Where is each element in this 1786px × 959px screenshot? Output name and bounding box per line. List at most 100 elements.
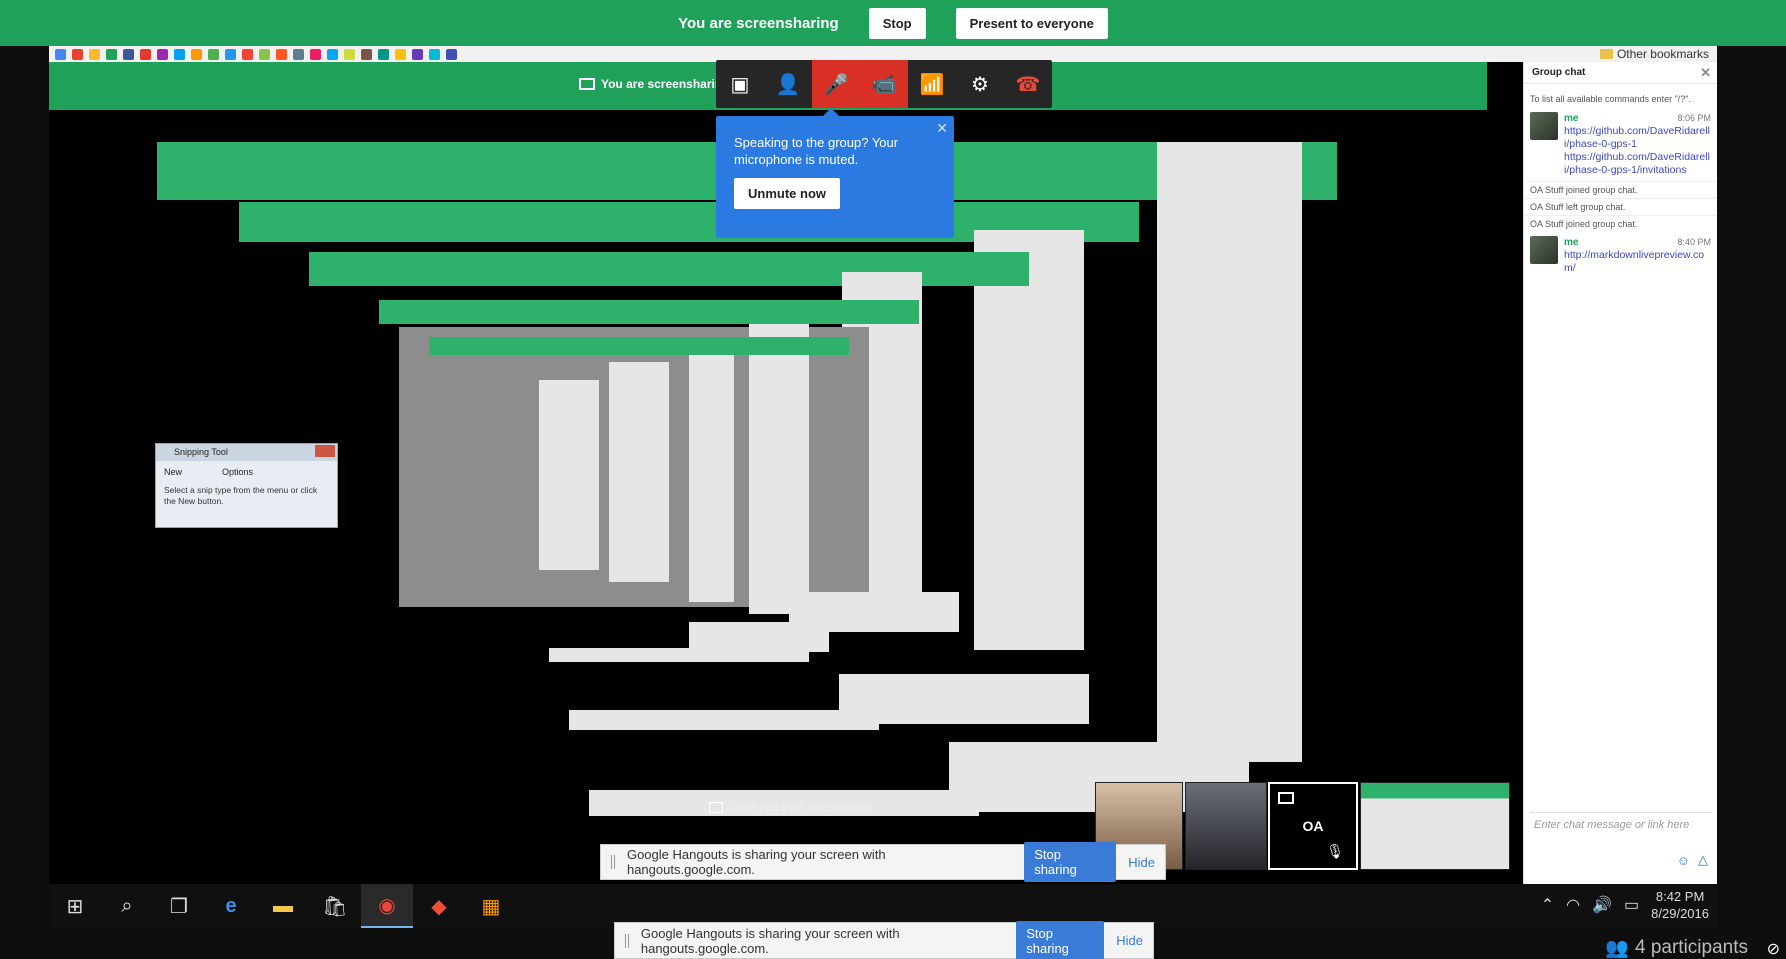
volume-icon[interactable]: 🔊 [1592,895,1612,915]
new-snip-button[interactable]: New [164,467,182,477]
settings-icon[interactable]: ⚙ [956,60,1004,108]
inner-share-notice: Google Hangouts is sharing your screen w… [600,842,1166,882]
bookmark-icon[interactable] [72,48,83,60]
sublime-icon[interactable]: ▦ [465,884,517,928]
close-icon[interactable]: ✕ [936,120,948,137]
stop-sharing-button[interactable]: Stop sharing [1016,920,1105,959]
participant-video-2[interactable] [1185,782,1267,870]
bookmark-icon[interactable] [174,48,185,60]
echo-chat-1 [1157,142,1302,762]
bookmark-icon[interactable] [361,48,372,60]
screenshare-icon [579,78,595,90]
participant-oa-label: OA [1302,818,1324,834]
hangup-icon[interactable]: ☎ [1004,60,1052,108]
store-icon[interactable]: 🛍 [309,884,361,928]
start-icon[interactable]: ⊞ [49,884,101,928]
snipping-tool-window[interactable]: Snipping Tool New Options Select a snip … [155,443,338,528]
bookmark-icon[interactable] [191,48,202,60]
bandwidth-icon[interactable]: 📶 [908,60,956,108]
chat-link[interactable]: https://github.com/DaveRidarelli/phase-0… [1564,151,1711,177]
task-view-icon[interactable]: ❐ [153,884,205,928]
echo-notice-2 [569,710,879,730]
bookmark-icon[interactable] [429,48,440,60]
close-icon[interactable] [315,445,335,457]
present-to-everyone-button[interactable]: Present to everyone [955,7,1108,39]
bookmark-icon[interactable] [157,48,168,60]
chevron-up-icon[interactable]: ⌃ [1541,895,1554,915]
inner-share-notice-text: Google Hangouts is sharing your screen w… [626,847,886,877]
avatar [1530,236,1558,264]
screensharing-status: You are screensharing [678,14,839,32]
bookmark-icon[interactable] [344,48,355,60]
screensharing-banner: You are screensharing Stop Present to ev… [0,0,1786,46]
share-notice-text: Google Hangouts is sharing your screen w… [640,925,900,956]
screenshare-icon[interactable]: ▣ [716,60,764,108]
drive-icon[interactable]: △ [1698,852,1708,868]
bookmark-icon[interactable] [242,48,253,60]
chat-link[interactable]: http://markdownlivepreview.com/ [1564,249,1711,275]
chat-system-message: OA Stuff joined group chat. [1524,215,1717,232]
chat-message: me 8:40 PM http://markdownlivepreview.co… [1524,232,1717,279]
inner-presenter-note-text: You are screensharing [601,77,730,91]
clock[interactable]: 8:42 PM 8/29/2016 [1651,888,1709,922]
participant-oa[interactable]: OA 🎙 [1268,782,1358,870]
participant-screen[interactable] [1360,782,1510,870]
hide-button[interactable]: Hide [1116,933,1143,948]
camera-off-icon[interactable]: 📹 [860,60,908,108]
hangout-controls: ▣ 👤 🎤 📹 📶 ⚙ ☎ [716,60,1052,108]
mic-muted-icon[interactable]: 🎤 [812,60,860,108]
other-bookmarks-label: Other bookmarks [1616,47,1709,61]
inner-hide-button[interactable]: Hide [1128,855,1155,870]
bookmark-icon[interactable] [208,48,219,60]
bookmark-icon[interactable] [89,48,100,60]
echo-frame-4 [379,300,919,324]
chat-input-placeholder: Enter chat message or link here [1534,819,1690,831]
search-icon[interactable]: ⌕ [101,884,153,928]
bookmark-icon[interactable] [412,48,423,60]
clock-time: 8:42 PM [1655,889,1705,904]
bookmark-icon[interactable] [378,48,389,60]
bookmark-icon[interactable] [140,48,151,60]
bookmark-icon[interactable] [293,48,304,60]
chrome-icon[interactable]: ◉ [361,884,413,928]
share-notice: Google Hangouts is sharing your screen w… [614,920,1154,959]
stop-button[interactable]: Stop [868,7,926,39]
git-icon[interactable]: ◆ [413,884,465,928]
mic-muted-icon: 🎙 [1326,843,1344,859]
wifi-icon[interactable]: ◠ [1566,895,1580,915]
bookmark-icon[interactable] [395,48,406,60]
system-tray: ⌃ ◠ 🔊 ▭ 8:42 PM 8/29/2016 [1541,888,1709,922]
bookmark-icon[interactable] [310,48,321,60]
bookmark-icon[interactable] [106,48,117,60]
screenshare-icon [1278,792,1294,804]
folder-icon [1599,49,1613,59]
notifications-icon[interactable]: ▭ [1624,895,1639,915]
unmute-now-button[interactable]: Unmute now [734,178,840,209]
group-chat-header: Group chat ✕ [1524,62,1717,84]
options-button[interactable]: Options [222,467,253,477]
close-icon[interactable]: ✕ [1700,65,1711,81]
bookmark-icon[interactable] [276,48,287,60]
echo-chat-7 [539,380,599,570]
add-person-icon[interactable]: 👤 [764,60,812,108]
bookmark-icon[interactable] [123,48,134,60]
bookmark-icon[interactable] [327,48,338,60]
file-explorer-icon[interactable]: ▬ [257,884,309,928]
group-chat-title: Group chat [1532,67,1586,78]
echo-notice-1 [549,648,809,662]
echo-chat-2 [974,230,1084,650]
edge-icon[interactable]: e [205,884,257,928]
bookmark-icon[interactable] [259,48,270,60]
emoji-icon[interactable]: ☺ [1677,853,1690,868]
grip-icon [625,933,629,948]
bookmark-icon[interactable] [55,48,66,60]
inner-stop-sharing-button[interactable]: Stop sharing [1024,842,1117,882]
bookmark-icon[interactable] [225,48,236,60]
bookmark-icon[interactable] [446,48,457,60]
screen: You are screensharing Stop Present to ev… [0,0,1786,959]
participants-count[interactable]: 👥 4 participants [1605,936,1748,959]
chat-link[interactable]: https://github.com/DaveRidarelli/phase-0… [1564,125,1711,151]
chat-input[interactable]: Enter chat message or link here ☺ △ [1530,812,1712,872]
other-bookmarks[interactable]: Other bookmarks [1599,47,1709,61]
inner-presenter-note: You are screensharing [579,77,730,91]
